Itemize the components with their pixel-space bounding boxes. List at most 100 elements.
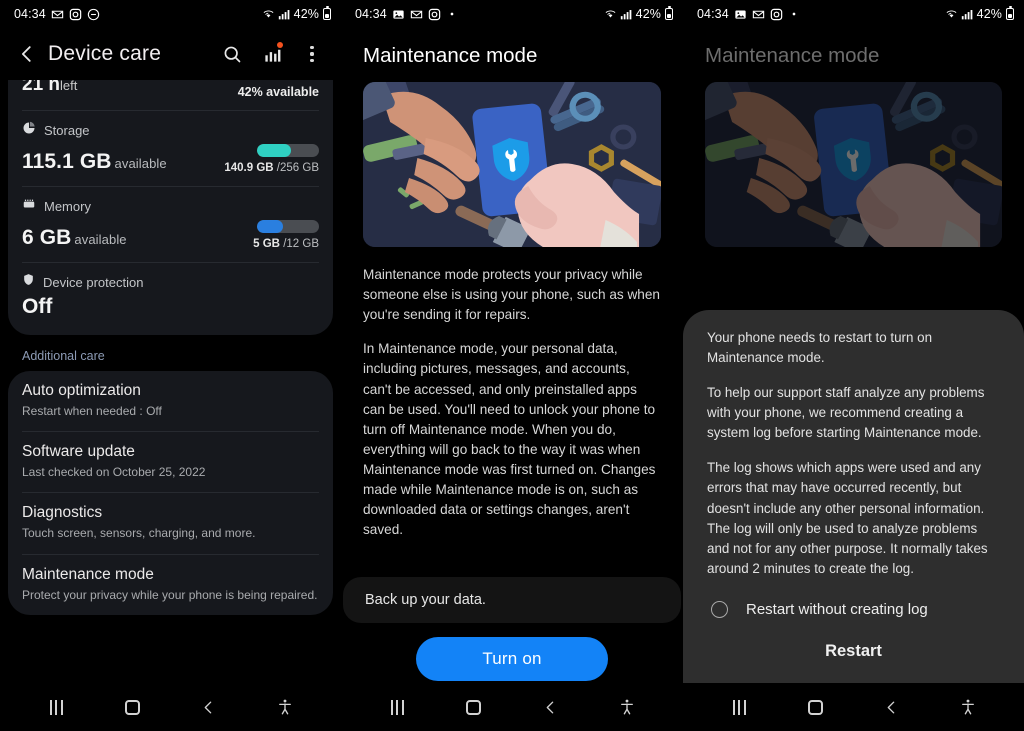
- dialog-body: Your phone needs to restart to turn on M…: [707, 328, 1000, 579]
- battery-percent: 42%: [976, 7, 1002, 21]
- navigation-bar-panel2: [341, 683, 683, 731]
- list-item-subtitle: Protect your privacy while your phone is…: [22, 587, 318, 602]
- battery-time-unit: left: [60, 80, 78, 93]
- signal-icon: [278, 8, 291, 21]
- storage-row[interactable]: Storage 115.1 GB available 140.9 GB /256 …: [8, 111, 333, 186]
- instagram-icon: [770, 8, 783, 21]
- restart-dialog: Your phone needs to restart to turn on M…: [683, 309, 1024, 683]
- minus-circle-icon: [87, 8, 100, 21]
- battery-icon: [1006, 6, 1014, 20]
- memory-gauge: [257, 220, 319, 233]
- battery-icon: [323, 6, 331, 20]
- recents-icon[interactable]: [722, 690, 756, 724]
- status-time: 04:34: [697, 7, 729, 21]
- battery-available: 42% available: [237, 85, 319, 99]
- turn-on-button[interactable]: Turn on: [416, 637, 608, 681]
- accessibility-icon[interactable]: [951, 690, 985, 724]
- panel-maintenance-mode-info: 04:34 42% Maintenance mode Maintenance m…: [341, 0, 683, 731]
- memory-row[interactable]: Memory 6 GB available 5 GB /12 GB: [8, 187, 333, 262]
- list-item-subtitle: Touch screen, sensors, charging, and mor…: [22, 526, 256, 541]
- dot-icon: [446, 8, 459, 21]
- header-actions: [219, 41, 329, 67]
- additional-care-card: Auto optimization Restart when needed : …: [8, 371, 333, 615]
- wifi-calling-icon: [604, 8, 617, 21]
- instagram-icon: [69, 8, 82, 21]
- status-bar-right: 42%: [604, 6, 673, 21]
- panel-restart-dialog: 04:34 42% Maintenance mode Your phone ne…: [683, 0, 1024, 731]
- recents-icon[interactable]: [380, 690, 414, 724]
- memory-value-suffix: available: [74, 232, 127, 247]
- battery-percent: 42%: [293, 7, 319, 21]
- navigation-bar-panel1: [0, 683, 341, 731]
- backup-notice[interactable]: Back up your data.: [343, 577, 681, 623]
- storage-value: 115.1 GB: [22, 150, 112, 173]
- list-item-title: Software update: [22, 443, 135, 461]
- recents-icon[interactable]: [39, 690, 73, 724]
- back-icon[interactable]: [533, 690, 567, 724]
- battery-time-value: 21 h: [22, 80, 61, 95]
- instagram-icon: [428, 8, 441, 21]
- list-item-software-update[interactable]: Software update Last checked on October …: [8, 432, 333, 492]
- storage-used: 140.9 GB: [224, 162, 274, 174]
- restart-without-log-option[interactable]: Restart without creating log: [707, 579, 1000, 626]
- device-care-header: Device care: [0, 28, 341, 80]
- bar-chart-icon[interactable]: [259, 41, 285, 67]
- memory-used: 5 GB: [253, 238, 280, 250]
- more-options-icon[interactable]: [299, 41, 325, 67]
- photo-icon: [392, 8, 405, 21]
- gmail-icon: [752, 8, 765, 21]
- wifi-calling-icon: [945, 8, 958, 21]
- list-item-maintenance-mode[interactable]: Maintenance mode Protect your privacy wh…: [8, 555, 333, 615]
- maintenance-tools-illustration: [363, 82, 661, 247]
- home-icon[interactable]: [115, 690, 149, 724]
- status-bar-panel1: 04:34 42%: [0, 0, 341, 28]
- search-icon[interactable]: [219, 41, 245, 67]
- status-bar-panel3: 04:34 42%: [683, 0, 1024, 28]
- wifi-calling-icon: [262, 8, 275, 21]
- signal-icon: [620, 8, 633, 21]
- storage-label: Storage: [44, 123, 90, 138]
- section-label-additional-care: Additional care: [22, 349, 105, 363]
- accessibility-icon[interactable]: [268, 690, 302, 724]
- list-item-title: Auto optimization: [22, 382, 141, 399]
- radio-button-icon[interactable]: [711, 601, 728, 618]
- memory-label: Memory: [44, 199, 91, 214]
- device-protection-value: Off: [22, 295, 53, 318]
- gmail-icon: [51, 8, 64, 21]
- shield-icon: [22, 273, 35, 291]
- back-icon[interactable]: [875, 690, 909, 724]
- primary-action-area: Turn on: [341, 637, 683, 681]
- signal-icon: [961, 8, 974, 21]
- notification-badge: [277, 42, 283, 48]
- battery-row[interactable]: 21 hleft 42% available: [8, 80, 333, 110]
- maintenance-tools-illustration: [705, 82, 1002, 247]
- status-bar-left: 04:34: [14, 7, 262, 21]
- memory-value: 6 GB: [22, 226, 72, 249]
- list-item-auto-optimization[interactable]: Auto optimization Restart when needed : …: [8, 371, 333, 431]
- storage-value-suffix: available: [114, 156, 167, 171]
- home-icon[interactable]: [798, 690, 832, 724]
- list-item-diagnostics[interactable]: Diagnostics Touch screen, sensors, charg…: [8, 493, 333, 553]
- backup-notice-text: Back up your data.: [365, 592, 486, 608]
- back-arrow-icon[interactable]: [10, 37, 44, 71]
- photo-icon: [734, 8, 747, 21]
- panel-device-care: 04:34 42% Device care 21 hleft 42% avail…: [0, 0, 341, 731]
- description-paragraph-2: In Maintenance mode, your personal data,…: [363, 341, 656, 538]
- device-protection-label: Device protection: [43, 274, 144, 290]
- restart-button[interactable]: Restart: [707, 626, 1000, 683]
- memory-total: /12 GB: [283, 238, 319, 250]
- home-icon[interactable]: [457, 690, 491, 724]
- memory-chip-icon: [22, 197, 36, 216]
- storage-gauge: [257, 144, 319, 157]
- status-time: 04:34: [14, 7, 46, 21]
- accessibility-icon[interactable]: [610, 690, 644, 724]
- gmail-icon: [410, 8, 423, 21]
- device-protection-row[interactable]: Device protection Off: [8, 263, 333, 335]
- device-care-content: 21 hleft 42% available Storage 115.1 GB a…: [0, 80, 341, 615]
- back-icon[interactable]: [192, 690, 226, 724]
- battery-percent: 42%: [635, 7, 661, 21]
- list-item-subtitle: Last checked on October 25, 2022: [22, 465, 206, 480]
- storage-total: /256 GB: [276, 162, 319, 174]
- page-title: Maintenance mode: [363, 44, 538, 67]
- status-bar-left: 04:34: [355, 7, 604, 21]
